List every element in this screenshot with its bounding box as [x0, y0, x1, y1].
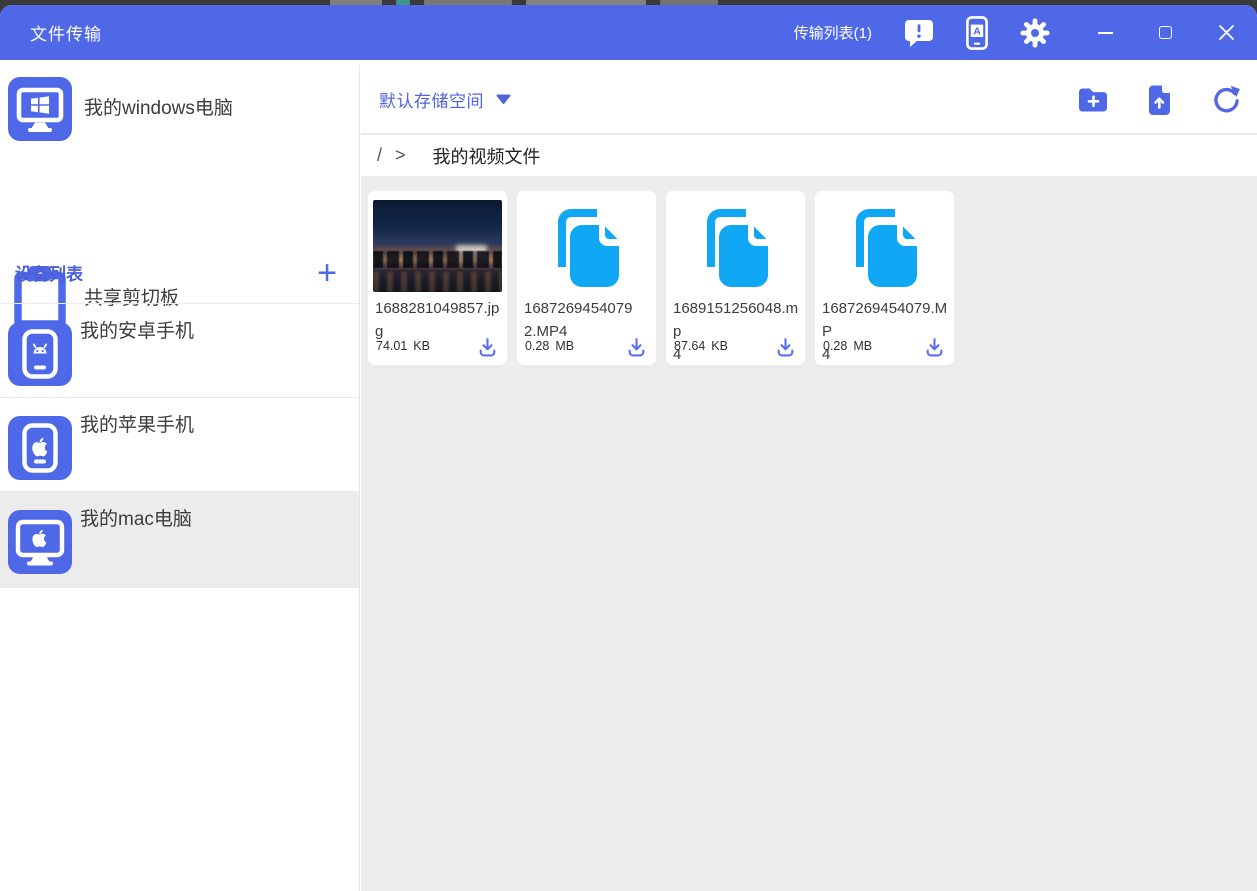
download-icon: [777, 337, 793, 356]
device-label: 我的安卓手机: [80, 321, 195, 342]
sidebar-item-apple-phone[interactable]: 我的苹果手机: [0, 397, 359, 491]
transfer-list-button[interactable]: 传输列表(1): [794, 22, 872, 43]
file-size: 0.28: [525, 339, 550, 353]
download-icon: [926, 337, 942, 356]
add-device-button[interactable]: +: [311, 255, 343, 291]
chevron-down-icon: [496, 94, 511, 104]
download-icon: [628, 337, 644, 356]
file-grid-area: 1688281049857.jpg 74.01 KB 1687269454079: [361, 176, 1257, 891]
breadcrumb: / > 我的视频文件: [361, 135, 1257, 176]
download-icon: [479, 337, 495, 356]
new-folder-icon: [1079, 88, 1107, 111]
file-card[interactable]: 1687269454079.MP 4 0.28 MB: [814, 190, 955, 366]
sidebar-item-label: 我的windows电脑: [84, 98, 233, 119]
refresh-icon: [1214, 85, 1240, 113]
file-size-unit: KB: [711, 339, 728, 353]
sidebar-item-mac-computer[interactable]: 我的mac电脑: [0, 491, 359, 588]
feedback-message-icon[interactable]: [904, 18, 934, 48]
device-list-header: 设备列表: [15, 265, 83, 284]
sidebar-item-android-phone[interactable]: 我的安卓手机: [0, 303, 359, 397]
device-label: 我的mac电脑: [80, 509, 192, 530]
download-button[interactable]: [923, 335, 945, 357]
file-size-unit: MB: [853, 339, 873, 353]
download-button[interactable]: [476, 335, 498, 357]
device-rename-phone-icon[interactable]: A: [966, 15, 988, 50]
main-panel: 默认存储空间 / > 我的视频文件 1688281049857.jpg 74.0…: [361, 65, 1257, 891]
file-document-icon: [549, 205, 625, 289]
storage-space-selector[interactable]: 默认存储空间: [379, 87, 511, 112]
maximize-button[interactable]: [1159, 26, 1172, 39]
storage-header: 默认存储空间: [361, 65, 1257, 134]
app-window: 文件传输 传输列表(1) A 我的windows电脑 共享剪切板 设备列表 + …: [0, 5, 1257, 891]
file-card[interactable]: 1689151256048.mp 4 87.64 KB: [665, 190, 806, 366]
download-button[interactable]: [774, 335, 796, 357]
file-size-unit: MB: [555, 339, 575, 353]
device-label: 我的苹果手机: [80, 415, 195, 436]
sidebar: 我的windows电脑 共享剪切板 设备列表 + 我的安卓手机 我的苹果手机 我…: [0, 65, 360, 891]
breadcrumb-root[interactable]: /: [377, 145, 382, 166]
image-thumbnail: [373, 200, 502, 292]
android-phone-icon: [8, 322, 72, 386]
sidebar-item-shared-clipboard[interactable]: 共享剪切板: [0, 163, 359, 328]
storage-space-label: 默认存储空间: [379, 91, 484, 111]
file-card[interactable]: 1687269454079 2.MP4 0.28 MB: [516, 190, 657, 366]
file-document-icon: [698, 205, 774, 289]
sidebar-item-my-computer[interactable]: 我的windows电脑: [0, 65, 359, 163]
close-button[interactable]: [1218, 24, 1235, 41]
settings-gear-icon[interactable]: [1020, 18, 1050, 48]
file-size-unit: KB: [413, 339, 430, 353]
upload-file-icon: [1148, 84, 1170, 115]
file-size: 87.64: [674, 339, 706, 353]
file-size: 74.01: [376, 339, 408, 353]
upload-file-button[interactable]: [1141, 81, 1177, 117]
app-title: 文件传输: [30, 25, 102, 44]
svg-text:A: A: [973, 25, 981, 37]
breadcrumb-separator: >: [395, 145, 406, 165]
file-card[interactable]: 1688281049857.jpg 74.01 KB: [367, 190, 508, 366]
minimize-button[interactable]: [1098, 31, 1113, 34]
refresh-button[interactable]: [1207, 81, 1243, 117]
title-bar: 文件传输 传输列表(1) A: [0, 5, 1257, 60]
windows-computer-icon: [8, 77, 72, 141]
mac-computer-icon: [8, 510, 72, 574]
file-document-icon: [847, 205, 923, 289]
breadcrumb-current-folder[interactable]: 我的视频文件: [433, 143, 541, 169]
new-folder-button[interactable]: [1075, 81, 1111, 117]
file-size: 0.28: [823, 339, 848, 353]
download-button[interactable]: [625, 335, 647, 357]
apple-phone-icon: [8, 416, 72, 480]
